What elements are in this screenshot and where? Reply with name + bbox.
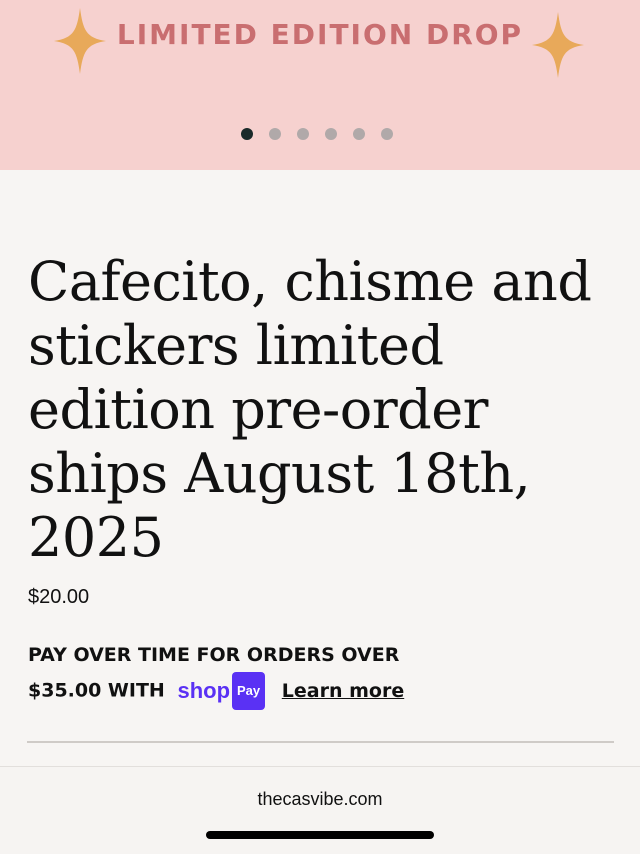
carousel-dots (241, 128, 393, 140)
browser-address-bar[interactable]: thecasvibe.com (0, 766, 640, 854)
product-price: $20.00 (28, 586, 90, 608)
shop-pay-wordmark: shop (177, 678, 231, 703)
section-divider (27, 741, 614, 743)
learn-more-link[interactable]: Learn more (282, 680, 404, 702)
installments-line-1: PAY OVER TIME FOR ORDERS OVER (28, 644, 400, 666)
product-title: Cafecito, chisme and stickers limited ed… (28, 250, 592, 569)
url-text[interactable]: thecasvibe.com (0, 789, 640, 810)
carousel-dot-5[interactable] (353, 128, 365, 140)
shop-pay-badge: Pay (232, 672, 266, 710)
hero-banner[interactable]: LIMITED EDITION DROP (0, 0, 640, 170)
installments-line-2: $35.00 WITH shop Pay Learn more (28, 672, 628, 710)
shop-pay-logo: shop Pay (177, 672, 266, 710)
sparkle-right-icon (532, 12, 584, 78)
installments-threshold: $35.00 WITH (28, 679, 165, 702)
installments-message: PAY OVER TIME FOR ORDERS OVER $35.00 WIT… (28, 638, 628, 710)
carousel-dot-6[interactable] (381, 128, 393, 140)
carousel-dot-3[interactable] (297, 128, 309, 140)
home-indicator[interactable] (206, 831, 434, 839)
carousel-dot-4[interactable] (325, 128, 337, 140)
carousel-dot-1[interactable] (241, 128, 253, 140)
carousel-dot-2[interactable] (269, 128, 281, 140)
